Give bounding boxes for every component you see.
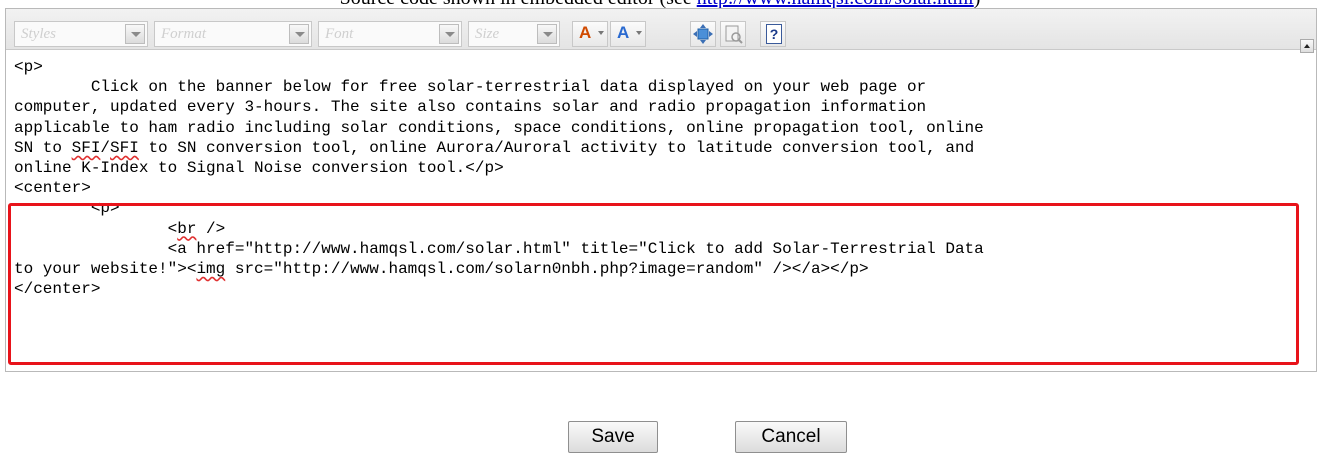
- format-dropdown[interactable]: Format: [154, 21, 312, 47]
- chevron-down-icon[interactable]: [537, 24, 557, 44]
- source-editor: Styles Format Font Size A A ? <p> Click …: [5, 8, 1317, 372]
- code-text: />: [196, 219, 226, 238]
- code-line: <center>: [14, 179, 91, 198]
- code-line: online K-Index to Signal Noise conversio…: [14, 159, 504, 178]
- code-text: SN to: [14, 138, 72, 157]
- chevron-down-icon[interactable]: [125, 24, 145, 44]
- save-button[interactable]: Save: [568, 421, 658, 453]
- code-text: to your website!"><: [14, 260, 197, 279]
- show-blocks-button[interactable]: [720, 21, 746, 47]
- maximize-icon: [693, 24, 713, 44]
- scroll-up-arrow-icon[interactable]: [1300, 39, 1314, 53]
- cancel-button[interactable]: Cancel: [735, 421, 847, 453]
- misspelled-word: br: [177, 219, 197, 238]
- misspelled-word: SFI: [110, 138, 139, 157]
- chevron-down-icon[interactable]: [439, 24, 459, 44]
- styles-placeholder: Styles: [21, 26, 56, 42]
- code-line: </center>: [14, 280, 101, 299]
- misspelled-word: SFI: [71, 138, 101, 157]
- editor-toolbar: Styles Format Font Size A A ?: [6, 9, 1316, 53]
- font-dropdown[interactable]: Font: [318, 21, 462, 47]
- size-placeholder: Size: [475, 26, 500, 42]
- code-line: Click on the banner below for free solar…: [14, 78, 927, 97]
- show-blocks-icon: [725, 25, 743, 44]
- code-text: <: [14, 219, 178, 238]
- source-code[interactable]: <p> Click on the banner below for free s…: [14, 57, 1304, 299]
- font-placeholder: Font: [325, 26, 354, 42]
- misspelled-word: img: [196, 260, 226, 279]
- code-line: <a href="http://www.hamqsl.com/solar.htm…: [14, 239, 984, 258]
- styles-dropdown[interactable]: Styles: [14, 21, 148, 47]
- size-dropdown[interactable]: Size: [468, 21, 560, 47]
- code-line: SN to SFI/SFI to SN conversion tool, onl…: [14, 138, 1304, 158]
- code-line: <p>: [14, 58, 43, 76]
- format-placeholder: Format: [161, 26, 206, 42]
- code-line: applicable to ham radio including solar …: [14, 118, 984, 137]
- chevron-down-icon[interactable]: [289, 24, 309, 44]
- text-color-button[interactable]: A: [572, 21, 608, 47]
- code-line: <br />: [14, 219, 1304, 239]
- code-line: to your website!"><img src="http://www.h…: [14, 259, 1304, 279]
- chevron-down-icon: [598, 31, 604, 35]
- code-text: to SN conversion tool, online Aurora/Aur…: [138, 138, 975, 157]
- chevron-down-icon: [636, 31, 642, 35]
- text-color-icon: A: [579, 23, 592, 42]
- code-text: /: [100, 138, 111, 157]
- help-button[interactable]: ?: [760, 21, 786, 47]
- maximize-button[interactable]: [690, 21, 716, 47]
- code-line: <p>: [14, 199, 120, 218]
- background-color-button[interactable]: A: [610, 21, 646, 47]
- background-color-icon: A: [617, 23, 630, 42]
- help-icon: ?: [766, 24, 782, 44]
- code-text: src="http://www.hamqsl.com/solarn0nbh.ph…: [225, 260, 869, 279]
- code-line: computer, updated every 3-hours. The sit…: [14, 98, 927, 117]
